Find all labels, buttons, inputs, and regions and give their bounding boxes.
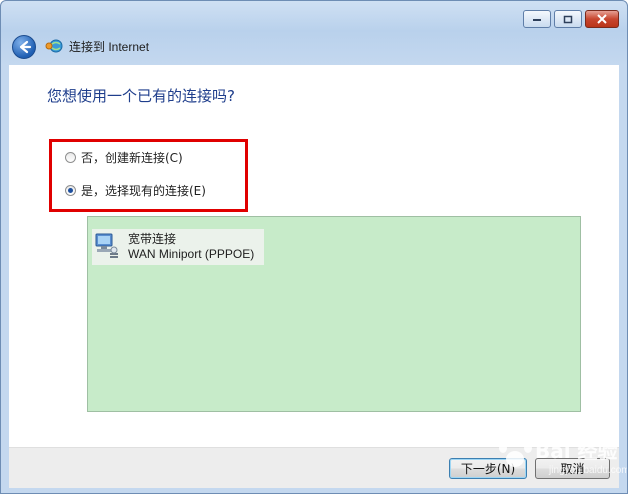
back-button[interactable] bbox=[12, 35, 36, 59]
close-button[interactable] bbox=[585, 10, 619, 28]
broadband-connection-icon bbox=[95, 233, 118, 258]
minimize-icon bbox=[524, 11, 550, 27]
window-title: 连接到 Internet bbox=[69, 40, 150, 54]
maximize-icon bbox=[555, 11, 581, 27]
minimize-button[interactable] bbox=[523, 10, 551, 28]
connection-device: WAN Miniport (PPPOE) bbox=[128, 247, 255, 261]
question-heading: 您想使用一个已有的连接吗? bbox=[47, 87, 235, 105]
maximize-button[interactable] bbox=[554, 10, 582, 28]
watermark-url: jingyan.baidu.com bbox=[549, 465, 628, 476]
network-globe-icon bbox=[45, 39, 63, 53]
back-arrow-icon bbox=[19, 40, 32, 54]
connection-name: 宽带连接 bbox=[128, 232, 177, 246]
connection-list[interactable]: 宽带连接 WAN Miniport (PPPOE) bbox=[87, 216, 581, 412]
watermark-text: Bai 经验 bbox=[535, 439, 618, 463]
highlight-box bbox=[49, 139, 248, 212]
baidu-watermark: Bai 经验 jingyan.baidu.com bbox=[491, 429, 627, 493]
wizard-content: 您想使用一个已有的连接吗? 否，创建新连接(C) 是，选择现有的连接(E) 宽带… bbox=[9, 65, 619, 447]
connection-item[interactable]: 宽带连接 WAN Miniport (PPPOE) bbox=[92, 229, 264, 265]
connect-wizard-window: 连接到 Internet 您想使用一个已有的连接吗? 否，创建新连接(C) 是，… bbox=[0, 0, 628, 494]
paw-logo-icon bbox=[499, 436, 532, 467]
close-icon bbox=[586, 11, 618, 27]
